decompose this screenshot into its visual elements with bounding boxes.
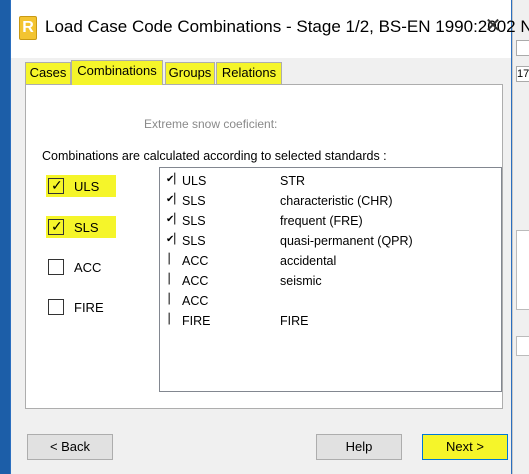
standard-label: FIRE xyxy=(74,300,104,315)
standard-acc-checkbox[interactable]: ACC xyxy=(46,256,116,278)
background-window: 17 xyxy=(512,0,529,474)
check-icon: ✔▏ xyxy=(166,194,183,205)
tab-relations[interactable]: Relations xyxy=(216,62,282,84)
checkbox-box[interactable]: ✓ xyxy=(48,177,64,194)
tab-groups[interactable]: Groups xyxy=(165,62,215,84)
combination-type: ULS xyxy=(182,174,207,188)
combination-name: seismic xyxy=(280,274,322,288)
close-icon[interactable]: ✕ xyxy=(481,14,505,38)
robot-app-icon: R xyxy=(19,16,37,40)
standard-label: SLS xyxy=(74,220,99,235)
list-item[interactable]: ▏ ACC seismic xyxy=(166,272,496,292)
list-item[interactable]: ✔▏ ULS STR xyxy=(166,172,496,192)
list-item[interactable]: ▏ ACC accidental xyxy=(166,252,496,272)
combinations-panel: Extreme snow coeficient: Combinations ar… xyxy=(25,84,503,409)
check-icon: ✓ xyxy=(51,177,63,193)
background-field xyxy=(516,40,529,56)
unchecked-icon: ▏ xyxy=(166,314,177,325)
standard-label: ACC xyxy=(74,260,102,275)
unchecked-icon: ▏ xyxy=(166,254,177,265)
standard-sls-checkbox[interactable]: ✓ SLS xyxy=(46,216,116,238)
tab-cases[interactable]: Cases xyxy=(25,62,71,84)
combinations-description: Combinations are calculated according to… xyxy=(42,149,387,163)
checkbox-box[interactable]: ✓ xyxy=(48,218,64,235)
combination-name: STR xyxy=(280,174,305,188)
next-button[interactable]: Next > xyxy=(422,434,508,460)
window-title: Load Case Code Combinations - Stage 1/2,… xyxy=(45,17,529,36)
list-item[interactable]: ▏ ACC xyxy=(166,292,496,312)
combination-type: SLS xyxy=(182,234,206,248)
combination-type: ACC xyxy=(182,254,209,268)
check-icon: ✔▏ xyxy=(166,234,183,245)
background-panel xyxy=(516,336,529,356)
combination-type: SLS xyxy=(182,194,206,208)
combination-type: ACC xyxy=(182,274,209,288)
checkbox-box[interactable] xyxy=(48,299,64,315)
check-icon: ✓ xyxy=(51,218,63,234)
back-button[interactable]: < Back xyxy=(27,434,113,460)
standard-uls-checkbox[interactable]: ✓ ULS xyxy=(46,175,116,197)
combination-type: FIRE xyxy=(182,314,211,328)
list-item[interactable]: ▏ FIRE FIRE xyxy=(166,312,496,332)
help-button[interactable]: Help xyxy=(316,434,402,460)
combination-name: characteristic (CHR) xyxy=(280,194,393,208)
tab-combinations[interactable]: Combinations xyxy=(71,60,163,85)
list-item[interactable]: ✔▏ SLS quasi-permanent (QPR) xyxy=(166,232,496,252)
standard-label: ULS xyxy=(74,179,100,194)
combination-name: frequent (FRE) xyxy=(280,214,363,228)
combination-name: accidental xyxy=(280,254,337,268)
background-panel xyxy=(516,230,529,310)
title-bar: R Load Case Code Combinations - Stage 1/… xyxy=(11,0,529,58)
list-item[interactable]: ✔▏ SLS characteristic (CHR) xyxy=(166,192,496,212)
combination-type: ACC xyxy=(182,294,209,308)
check-icon: ✔▏ xyxy=(166,214,183,225)
standard-fire-checkbox[interactable]: FIRE xyxy=(46,296,116,318)
unchecked-icon: ▏ xyxy=(166,294,177,305)
unchecked-icon: ▏ xyxy=(166,274,177,285)
extreme-snow-label: Extreme snow coeficient: xyxy=(144,117,278,131)
combination-list[interactable]: ✔▏ ULS STR ✔▏ SLS characteristic (CHR) ✔… xyxy=(159,167,502,392)
combination-name: quasi-permanent (QPR) xyxy=(280,234,413,248)
background-field-value: 17 xyxy=(516,66,529,82)
check-icon: ✔▏ xyxy=(166,174,183,185)
list-item[interactable]: ✔▏ SLS frequent (FRE) xyxy=(166,212,496,232)
load-case-combinations-dialog: R Load Case Code Combinations - Stage 1/… xyxy=(10,0,529,474)
combination-name: FIRE xyxy=(280,314,309,328)
combination-type: SLS xyxy=(182,214,206,228)
checkbox-box[interactable] xyxy=(48,259,64,275)
